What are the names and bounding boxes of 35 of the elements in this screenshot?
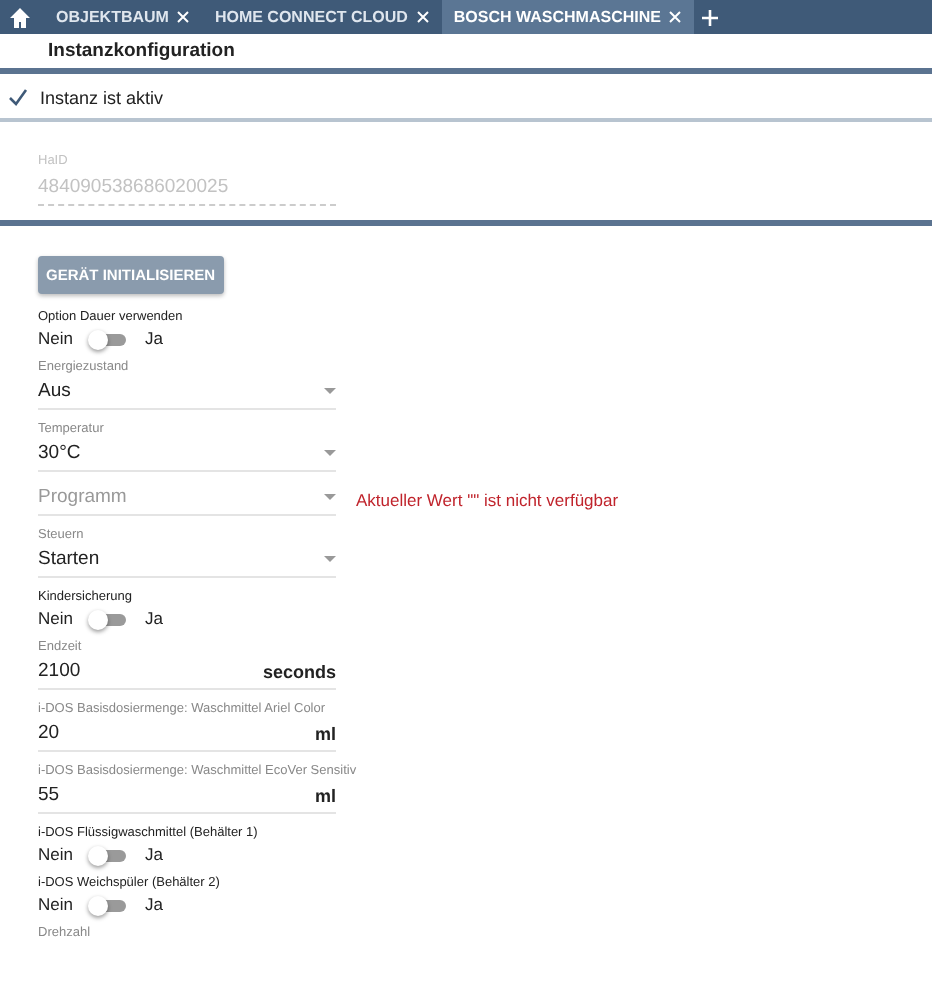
yes-label: Ja	[144, 844, 163, 864]
caret-icon	[324, 387, 336, 395]
no-label: Nein	[38, 608, 73, 628]
yes-label: Ja	[144, 328, 163, 348]
check-icon[interactable]	[8, 88, 28, 106]
number-field[interactable]: 55 ml	[38, 782, 336, 814]
tab[interactable]: OBJEKTBAUM	[44, 0, 203, 34]
error-message: Aktueller Wert "" ist nicht verfügbar	[356, 490, 619, 510]
no-label: Nein	[38, 894, 73, 914]
close-icon[interactable]	[176, 10, 191, 24]
caret-icon	[324, 493, 336, 501]
select-field[interactable]: 30°C	[38, 440, 336, 472]
yes-label: Ja	[144, 894, 163, 914]
add-icon[interactable]	[702, 9, 719, 25]
number-field[interactable]: 2100 seconds	[38, 658, 336, 690]
toggle-switch[interactable]	[88, 895, 129, 913]
home-icon[interactable]	[8, 5, 32, 29]
page-title: Instanzkonfiguration	[0, 34, 932, 74]
toggle-switch[interactable]	[88, 329, 129, 347]
close-icon[interactable]	[668, 10, 683, 24]
yes-label: Ja	[144, 608, 163, 628]
tab[interactable]: HOME CONNECT CLOUD	[202, 0, 442, 34]
number-field[interactable]: 20 ml	[38, 720, 336, 752]
caret-icon	[324, 555, 336, 563]
select-field[interactable]: Starten	[38, 546, 336, 578]
instance-label: Instanz ist aktiv	[40, 87, 164, 107]
no-label: Nein	[38, 844, 73, 864]
no-label: Nein	[38, 328, 73, 348]
toggle-switch[interactable]	[88, 609, 129, 627]
caret-icon	[324, 449, 336, 457]
close-icon[interactable]	[415, 10, 430, 24]
haid-field: 484090538686020025	[38, 172, 336, 206]
select-field[interactable]: Aus	[38, 378, 336, 410]
tab[interactable]: BOSCH WASCHMASCHINE	[441, 0, 695, 34]
toggle-switch[interactable]	[88, 845, 129, 863]
